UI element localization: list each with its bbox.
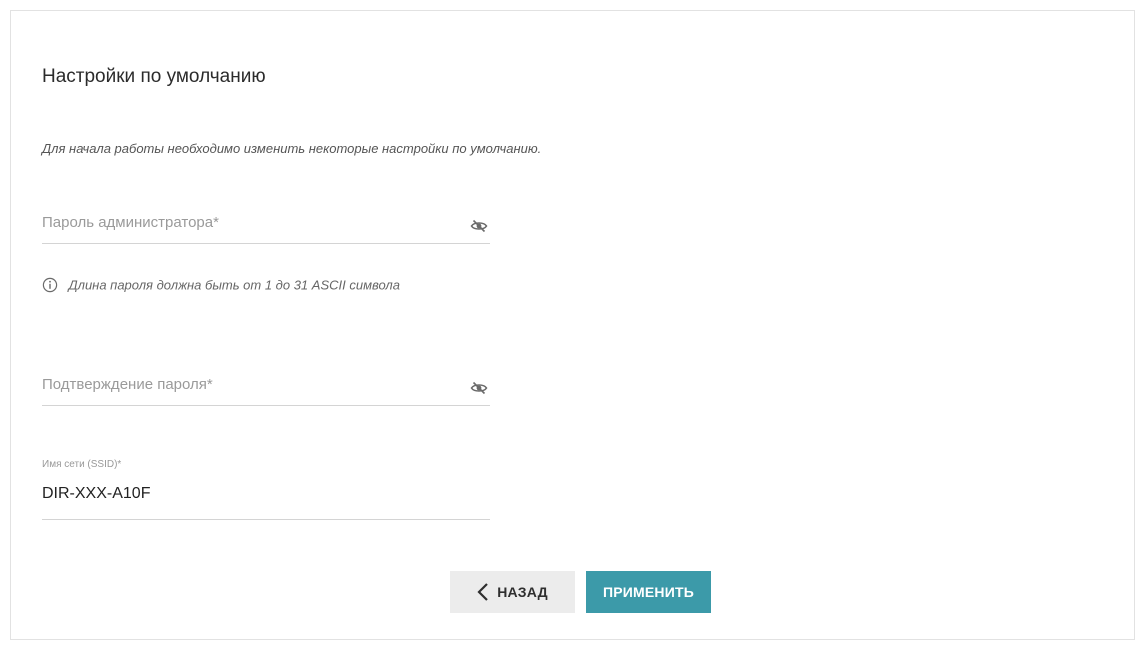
page-title: Настройки по умолчанию [42,66,266,87]
password-hint-text: Длина пароля должна быть от 1 до 31 ASCI… [68,277,400,293]
confirm-password-placeholder[interactable]: Подтверждение пароля* [42,376,213,393]
intro-text: Для начала работы необходимо изменить не… [42,141,542,156]
back-button-label: НАЗАД [497,584,548,600]
default-settings-panel [10,10,1135,640]
admin-password-field[interactable]: Пароль администратора* [42,208,490,244]
ssid-field[interactable]: Имя сети (SSID)* DIR-XXX-A10F [42,455,490,520]
admin-password-placeholder[interactable]: Пароль администратора* [42,214,219,231]
apply-button-label: ПРИМЕНИТЬ [602,584,695,600]
eye-off-icon[interactable] [470,218,488,234]
ssid-label: Имя сети (SSID)* [42,459,122,470]
eye-off-icon[interactable] [470,380,488,396]
password-hint: Длина пароля должна быть от 1 до 31 ASCI… [42,276,400,294]
apply-button[interactable]: ПРИМЕНИТЬ [586,571,711,613]
confirm-password-field[interactable]: Подтверждение пароля* [42,370,490,406]
back-button[interactable]: НАЗАД [450,571,575,613]
chevron-left-icon [477,583,488,601]
ssid-input-value[interactable]: DIR-XXX-A10F [42,485,150,503]
info-icon [42,277,58,293]
